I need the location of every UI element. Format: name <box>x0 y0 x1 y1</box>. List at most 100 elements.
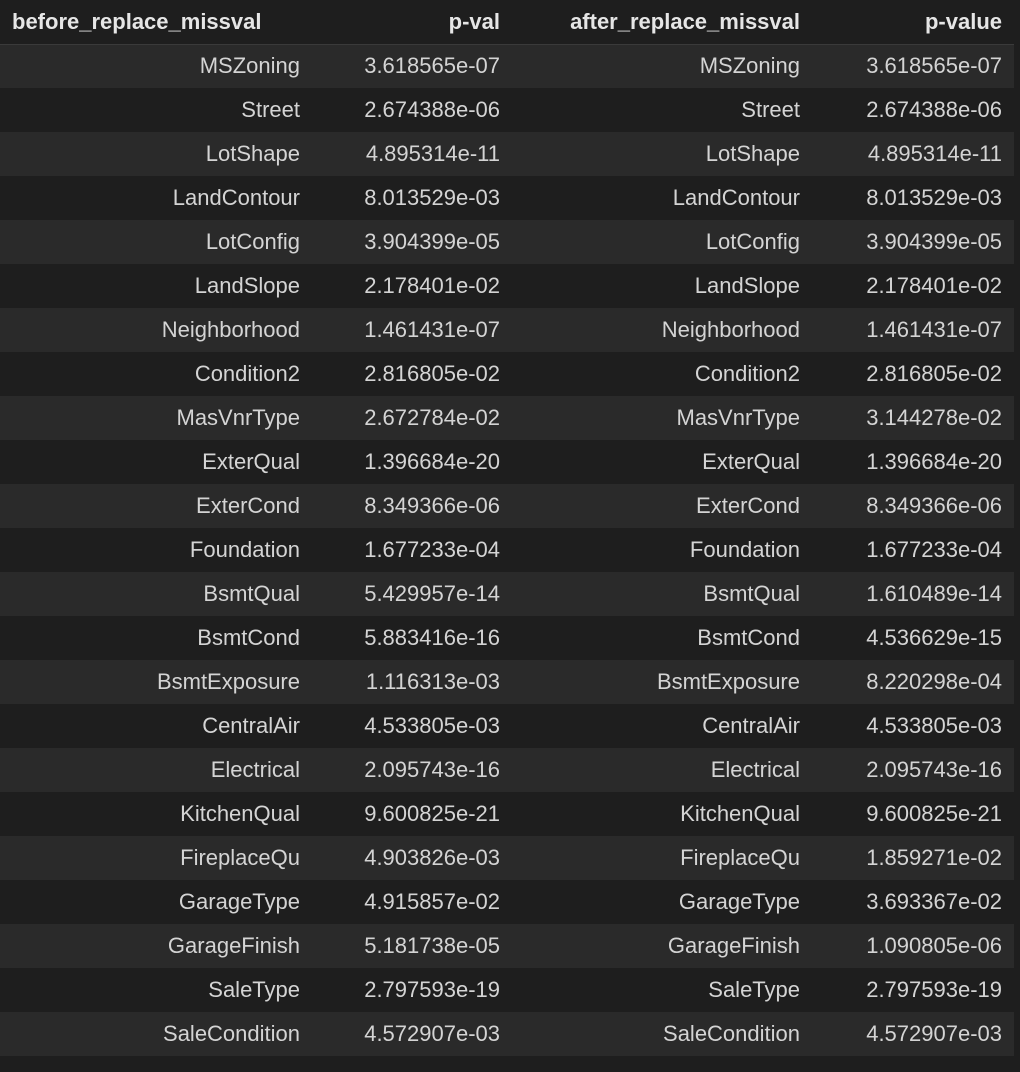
after-feature-cell: CentralAir <box>702 713 800 738</box>
table-row: BsmtExposure 1.116313e-03 BsmtExposure 8.22… <box>0 660 1014 704</box>
notebook-output-area: before_replace_missval p-val after_repla… <box>0 0 1020 1072</box>
before-pval-cell: 4.915857e-02 <box>364 889 500 914</box>
after-feature-cell: GarageFinish <box>667 933 800 958</box>
after-feature-cell: BsmtCond <box>697 625 800 650</box>
table-row: FireplaceQu 4.903826e-03 FireplaceQu 1.8592… <box>0 836 1014 880</box>
before-pval-cell: 4.533805e-03 <box>364 713 500 738</box>
after-feature-cell: SaleType <box>708 977 800 1002</box>
before-feature-cell: GarageType <box>178 889 300 914</box>
column-header-p-value: p-value <box>812 0 1014 45</box>
before-feature-cell: MSZoning <box>199 53 300 79</box>
before-pval-cell: 4.895314e-11 <box>365 141 500 166</box>
before-feature-cell: LandContour <box>172 185 300 210</box>
before-pval-cell: 1.461431e-07 <box>364 317 500 342</box>
after-pvalue-cell: 1.396684e-20 <box>866 449 1002 474</box>
before-pval-cell: 1.677233e-04 <box>364 537 500 562</box>
column-header-after-replace-missval: after_replace_missval <box>512 0 812 45</box>
after-feature-cell: LotConfig <box>705 229 800 254</box>
before-feature-cell: Electrical <box>210 757 300 782</box>
after-pvalue-cell: 4.895314e-11 <box>867 141 1002 166</box>
table-row: ExterCond 8.349366e-06 ExterCond 8.349366e-… <box>0 484 1014 528</box>
table-row: Neighborhood 1.461431e-07 Neighborhood 1.46… <box>0 308 1014 352</box>
table-row: Street 2.674388e-06 Street 2.674388e-06 <box>0 88 1014 132</box>
before-feature-cell: Foundation <box>189 537 300 562</box>
table-row: SaleType 2.797593e-19 SaleType 2.797593e-19 <box>0 968 1014 1012</box>
after-pvalue-cell: 4.536629e-15 <box>866 625 1002 650</box>
after-feature-cell: FireplaceQu <box>680 845 800 870</box>
before-pval-cell: 2.674388e-06 <box>364 97 500 122</box>
after-pvalue-cell: 8.013529e-03 <box>866 185 1002 210</box>
before-feature-cell: FireplaceQu <box>180 845 300 870</box>
after-feature-cell: Condition2 <box>694 361 800 386</box>
after-feature-cell: MSZoning <box>699 53 800 79</box>
table-row: GarageType 4.915857e-02 GarageType 3.693367… <box>0 880 1014 924</box>
table-row: MasVnrType 2.672784e-02 MasVnrType 3.144278… <box>0 396 1014 440</box>
after-pvalue-cell: 2.674388e-06 <box>866 97 1002 122</box>
after-pvalue-cell: 3.618565e-07 <box>866 53 1002 79</box>
dataframe-table: before_replace_missval p-val after_repla… <box>0 0 1014 1056</box>
table-row: ExterQual 1.396684e-20 ExterQual 1.396684e-… <box>0 440 1014 484</box>
before-feature-cell: ExterCond <box>196 493 300 518</box>
after-feature-cell: ExterCond <box>696 493 800 518</box>
after-feature-cell: LandContour <box>672 185 800 210</box>
after-feature-cell: Street <box>741 97 800 122</box>
table-row: LandContour 8.013529e-03 LandContour 8.0135… <box>0 176 1014 220</box>
after-pvalue-cell: 1.677233e-04 <box>866 537 1002 562</box>
before-feature-cell: BsmtCond <box>197 625 300 650</box>
before-feature-cell: LotShape <box>205 141 300 166</box>
before-feature-cell: BsmtExposure <box>156 669 300 694</box>
before-pval-cell: 2.816805e-02 <box>364 361 500 386</box>
after-pvalue-cell: 2.797593e-19 <box>866 977 1002 1002</box>
before-pval-cell: 2.178401e-02 <box>364 273 500 298</box>
table-body: MSZoning 3.618565e-07 MSZoning 3.618565e-07… <box>0 44 1014 1056</box>
after-pvalue-cell: 2.816805e-02 <box>866 361 1002 386</box>
after-pvalue-cell: 1.090805e-06 <box>866 933 1002 958</box>
table-row: Electrical 2.095743e-16 Electrical 2.095743… <box>0 748 1014 792</box>
table-row: MSZoning 3.618565e-07 MSZoning 3.618565e-07 <box>0 44 1014 88</box>
before-pval-cell: 2.672784e-02 <box>364 405 500 430</box>
table-row: GarageFinish 5.181738e-05 GarageFinish 1.09… <box>0 924 1014 968</box>
header-row: before_replace_missval p-val after_repla… <box>0 0 1014 45</box>
before-pval-cell: 3.618565e-07 <box>364 53 500 79</box>
before-pval-cell: 2.095743e-16 <box>364 757 500 782</box>
after-pvalue-cell: 4.572907e-03 <box>866 1021 1002 1046</box>
after-feature-cell: LandSlope <box>694 273 800 298</box>
after-feature-cell: LotShape <box>705 141 800 166</box>
after-feature-cell: BsmtExposure <box>656 669 800 694</box>
after-feature-cell: MasVnrType <box>676 405 801 430</box>
before-pval-cell: 9.600825e-21 <box>364 801 500 826</box>
column-header-before-replace-missval: before_replace_missval <box>0 0 312 45</box>
before-pval-cell: 8.013529e-03 <box>364 185 500 210</box>
before-pval-cell: 4.572907e-03 <box>364 1021 500 1046</box>
before-feature-cell: LotConfig <box>205 229 300 254</box>
table-row: CentralAir 4.533805e-03 CentralAir 4.533805… <box>0 704 1014 748</box>
after-pvalue-cell: 2.178401e-02 <box>866 273 1002 298</box>
after-pvalue-cell: 3.693367e-02 <box>866 889 1002 914</box>
after-feature-cell: GarageType <box>678 889 800 914</box>
after-pvalue-cell: 9.600825e-21 <box>866 801 1002 826</box>
before-pval-cell: 1.116313e-03 <box>365 669 500 694</box>
after-feature-cell: Electrical <box>710 757 800 782</box>
before-feature-cell: Street <box>241 97 300 122</box>
after-pvalue-cell: 3.904399e-05 <box>866 229 1002 254</box>
before-pval-cell: 3.904399e-05 <box>364 229 500 254</box>
table-row: Condition2 2.816805e-02 Condition2 2.816805… <box>0 352 1014 396</box>
after-feature-cell: BsmtQual <box>703 581 800 606</box>
after-pvalue-cell: 1.461431e-07 <box>866 317 1002 342</box>
table-row: BsmtQual 5.429957e-14 BsmtQual 1.610489e-14 <box>0 572 1014 616</box>
before-pval-cell: 5.181738e-05 <box>364 933 500 958</box>
before-pval-cell: 4.903826e-03 <box>364 845 500 870</box>
after-feature-cell: ExterQual <box>702 449 800 474</box>
after-pvalue-cell: 3.144278e-02 <box>866 405 1002 430</box>
after-feature-cell: SaleCondition <box>663 1021 800 1046</box>
before-feature-cell: MasVnrType <box>176 405 301 430</box>
after-feature-cell: Foundation <box>689 537 800 562</box>
table-row: LandSlope 2.178401e-02 LandSlope 2.178401e-… <box>0 264 1014 308</box>
table-row: SaleCondition 4.572907e-03 SaleCondition 4.… <box>0 1012 1014 1056</box>
table-row: BsmtCond 5.883416e-16 BsmtCond 4.536629e-15 <box>0 616 1014 660</box>
table-row: LotShape 4.895314e-11 LotShape 4.895314e-11 <box>0 132 1014 176</box>
before-feature-cell: KitchenQual <box>180 801 300 826</box>
before-feature-cell: LandSlope <box>194 273 300 298</box>
before-pval-cell: 1.396684e-20 <box>364 449 500 474</box>
after-pvalue-cell: 8.220298e-04 <box>866 669 1002 694</box>
